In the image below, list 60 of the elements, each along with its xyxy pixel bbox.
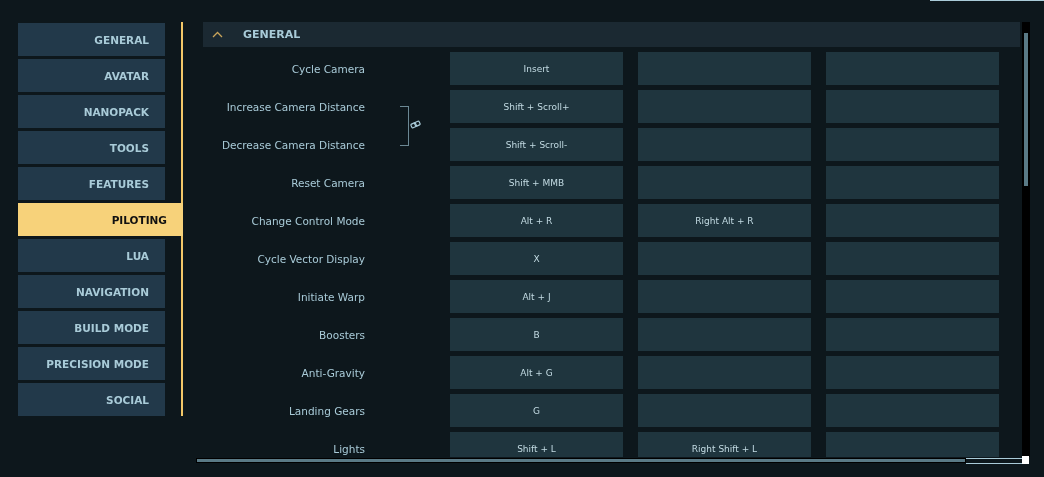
key-binding-slot[interactable]: Insert: [450, 52, 623, 85]
key-binding-slot[interactable]: [638, 166, 811, 199]
key-binding-slot[interactable]: Right Alt + R: [638, 204, 811, 237]
key-binding-slot[interactable]: Alt + R: [450, 204, 623, 237]
section-header[interactable]: GENERAL: [203, 22, 1020, 47]
key-binding-slot[interactable]: [638, 280, 811, 313]
key-binding-slot[interactable]: [826, 394, 999, 427]
action-label: Boosters: [318, 328, 365, 341]
resize-handle[interactable]: [1022, 456, 1029, 464]
sidebar-tab[interactable]: PILOTING: [18, 203, 183, 236]
key-binding-slot[interactable]: [638, 356, 811, 389]
sidebar-tab[interactable]: AVATAR: [18, 59, 165, 92]
key-binding-slot[interactable]: Shift + MMB: [450, 166, 623, 199]
key-binding-slot[interactable]: [826, 166, 999, 199]
chevron-icon: [212, 31, 223, 38]
sidebar-tab[interactable]: NAVIGATION: [18, 275, 165, 308]
action-label: Lights: [332, 442, 365, 455]
key-binding-slot[interactable]: Shift + Scroll+: [450, 90, 623, 123]
key-binding-slot[interactable]: [638, 318, 811, 351]
action-label: Anti-Gravity: [300, 366, 365, 379]
sidebar-tab[interactable]: TOOLS: [18, 131, 165, 164]
key-binding-slot[interactable]: G: [450, 394, 623, 427]
key-binding-slot[interactable]: [826, 52, 999, 85]
sidebar-tab[interactable]: BUILD MODE: [18, 311, 165, 344]
action-label: Increase Camera Distance: [225, 100, 365, 113]
sidebar-tab[interactable]: SOCIAL: [18, 383, 165, 416]
key-binding-slot[interactable]: [826, 128, 999, 161]
key-binding-slot[interactable]: [826, 356, 999, 389]
sidebar-tab[interactable]: PRECISION MODE: [18, 347, 165, 380]
action-label: Cycle Camera: [290, 62, 365, 75]
key-binding-slot[interactable]: [638, 52, 811, 85]
key-binding-slot[interactable]: [638, 242, 811, 275]
action-label: Cycle Vector Display: [256, 252, 365, 265]
key-binding-slot[interactable]: Alt + G: [450, 356, 623, 389]
key-binding-slot[interactable]: [638, 394, 811, 427]
key-binding-slot[interactable]: Shift + Scroll-: [450, 128, 623, 161]
sidebar-tab[interactable]: LUA: [18, 239, 165, 272]
key-binding-slot[interactable]: Alt + J: [450, 280, 623, 313]
action-label: Decrease Camera Distance: [220, 138, 365, 151]
key-binding-slot[interactable]: [826, 204, 999, 237]
action-label: Initiate Warp: [296, 290, 365, 303]
key-binding-slot[interactable]: [826, 318, 999, 351]
key-binding-slot[interactable]: Right Shift + L: [638, 432, 811, 457]
key-binding-slot[interactable]: X: [450, 242, 623, 275]
scrollbar-thumb[interactable]: [1024, 33, 1028, 186]
action-label: Change Control Mode: [250, 214, 365, 227]
action-label: Landing Gears: [288, 404, 365, 417]
sidebar-tab[interactable]: GENERAL: [18, 23, 165, 56]
sidebar-tab[interactable]: FEATURES: [18, 167, 165, 200]
key-binding-slot[interactable]: Shift + L: [450, 432, 623, 457]
key-binding-slot[interactable]: [826, 280, 999, 313]
key-binding-slot[interactable]: [826, 242, 999, 275]
action-label: Reset Camera: [290, 176, 365, 189]
key-binding-slot[interactable]: [638, 90, 811, 123]
key-binding-slot[interactable]: B: [450, 318, 623, 351]
scrollbar-thumb[interactable]: [196, 458, 966, 463]
key-binding-slot[interactable]: [638, 128, 811, 161]
link-icon[interactable]: [410, 120, 421, 129]
key-binding-slot[interactable]: [826, 90, 999, 123]
sidebar-tab[interactable]: NANOPACK: [18, 95, 165, 128]
